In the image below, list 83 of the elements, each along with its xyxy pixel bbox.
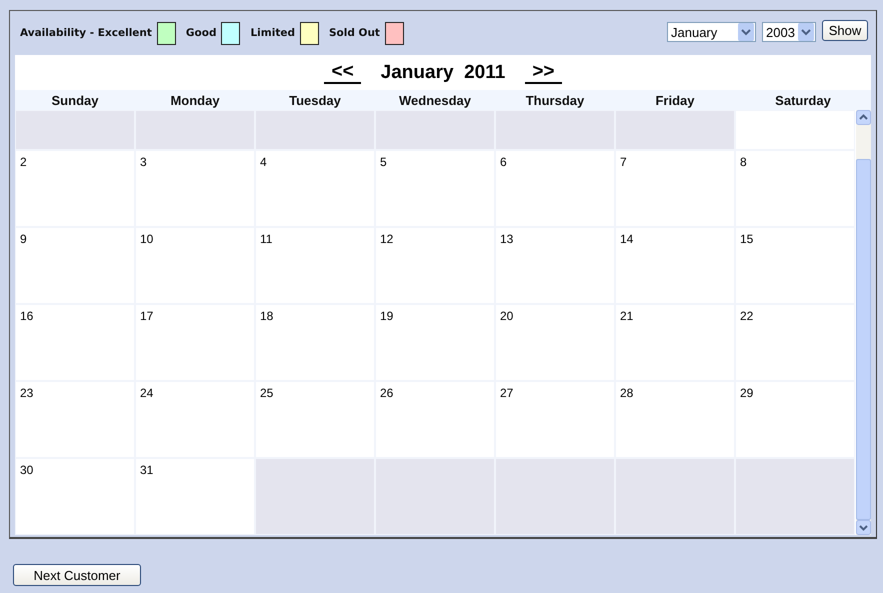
scroll-thumb[interactable] [856, 159, 871, 520]
next-customer-button[interactable]: Next Customer [13, 564, 141, 586]
day-number: 29 [740, 386, 754, 400]
day-number: 12 [380, 232, 394, 246]
day-number: 23 [20, 386, 34, 400]
scroll-down-icon[interactable] [856, 520, 871, 535]
day-number: 7 [620, 155, 627, 169]
legend-label: Availability - Excellent [20, 27, 152, 39]
day-cell[interactable]: 25 [255, 381, 375, 458]
day-cell[interactable]: 22 [735, 304, 855, 381]
day-cell[interactable]: 15 [735, 227, 855, 304]
day-cell[interactable]: 26 [375, 381, 495, 458]
day-number: 11 [260, 232, 272, 246]
weekday-header: Sunday [50, 92, 100, 108]
previous-month-link[interactable]: << [324, 62, 361, 84]
day-cell[interactable]: 12 [375, 227, 495, 304]
day-number: 22 [740, 309, 754, 323]
legend-label: Sold Out [328, 27, 380, 39]
day-number: 16 [20, 309, 34, 323]
day-number: 9 [20, 232, 27, 246]
day-cell[interactable]: 27 [495, 381, 615, 458]
day-cell[interactable]: 18 [255, 304, 375, 381]
day-number: 24 [140, 386, 154, 400]
day-number: 20 [500, 309, 514, 323]
month-dropdown[interactable]: January [667, 22, 756, 42]
day-number: 3 [140, 155, 147, 169]
weekday-header: Monday [169, 92, 221, 108]
day-number: 10 [140, 232, 154, 246]
day-cell[interactable]: 20 [495, 304, 615, 381]
day-number: 27 [500, 386, 514, 400]
day-cell[interactable]: 17 [135, 304, 255, 381]
day-number: 14 [620, 232, 634, 246]
day-cell[interactable]: 2 [15, 150, 135, 227]
day-number: 6 [500, 155, 507, 169]
day-number: 19 [380, 309, 394, 323]
day-cell[interactable]: 6 [495, 150, 615, 227]
legend-label: Limited [250, 27, 295, 39]
day-cell[interactable]: 13 [495, 227, 615, 304]
weekday-header: Tuesday [288, 92, 342, 108]
day-number: 8 [740, 155, 747, 169]
day-number: 18 [260, 309, 274, 323]
day-cell[interactable]: 7 [615, 150, 735, 227]
day-cell[interactable]: 21 [615, 304, 735, 381]
day-cell[interactable]: 8 [735, 150, 855, 227]
day-cell[interactable]: 23 [15, 381, 135, 458]
day-cell[interactable]: 9 [15, 227, 135, 304]
day-number: 4 [260, 155, 267, 169]
day-cell[interactable]: 24 [135, 381, 255, 458]
day-number: 31 [140, 463, 154, 477]
day-cell[interactable]: 11 [255, 227, 375, 304]
day-cell[interactable]: 31 [135, 458, 255, 535]
legend-label: Good [186, 27, 216, 39]
day-cell[interactable]: 28 [615, 381, 735, 458]
day-cell[interactable]: 5 [375, 150, 495, 227]
year-dropdown[interactable]: 2003 [762, 22, 816, 42]
scrollbar[interactable] [856, 110, 871, 535]
day-number: 21 [620, 309, 634, 323]
day-cell[interactable] [735, 110, 855, 150]
day-number: 25 [260, 386, 274, 400]
day-cell[interactable]: 30 [15, 458, 135, 535]
weekday-header: Wednesday [398, 92, 472, 108]
weekday-header: Thursday [524, 92, 586, 108]
day-cell[interactable]: 14 [615, 227, 735, 304]
day-number: 17 [140, 309, 154, 323]
day-number: 15 [740, 232, 754, 246]
weekday-header: Saturday [774, 92, 832, 108]
month-title: January 2011 [380, 62, 506, 84]
day-cell[interactable]: 3 [135, 150, 255, 227]
day-number: 5 [380, 155, 387, 169]
day-number: 28 [620, 386, 634, 400]
next-month-link[interactable]: >> [525, 62, 562, 84]
show-button[interactable]: Show [822, 20, 868, 41]
day-cell[interactable]: 10 [135, 227, 255, 304]
day-cell[interactable]: 16 [15, 304, 135, 381]
scroll-up-icon[interactable] [856, 110, 871, 125]
day-number: 13 [500, 232, 514, 246]
day-number: 26 [380, 386, 394, 400]
day-number: 2 [20, 155, 27, 169]
day-number: 30 [20, 463, 34, 477]
day-cell[interactable]: 29 [735, 381, 855, 458]
day-cell[interactable]: 4 [255, 150, 375, 227]
day-cell[interactable]: 19 [375, 304, 495, 381]
weekday-header: Friday [654, 92, 696, 108]
